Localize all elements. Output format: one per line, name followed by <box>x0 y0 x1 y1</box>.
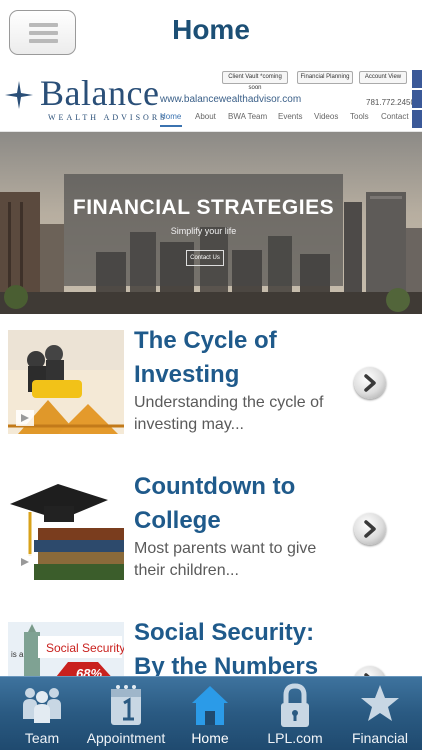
tab-label: LPL.com <box>267 730 323 746</box>
financial-planning-button: Financial Planning <box>297 71 353 84</box>
item-description: Most parents want to give their children… <box>134 540 317 579</box>
linkedin-icon <box>412 90 422 108</box>
tab-appointment[interactable]: Appointment <box>84 677 168 750</box>
hero-overlay: FINANCIAL STRATEGIES Simplify your life … <box>64 174 343 286</box>
thumb-label: Social Security <box>46 641 124 655</box>
tab-bar: Team Appointment Home LPL.com Financial <box>0 676 422 750</box>
item-thumbnail: is a Social Security 68% <box>8 622 124 676</box>
hero-subtitle: Simplify your life <box>170 226 237 236</box>
list-item[interactable]: The Cycle of Investing Understanding the… <box>0 314 422 460</box>
hero-contact-button: Contact Us <box>186 250 224 266</box>
logo-text: Balance <box>40 73 160 113</box>
tab-home[interactable]: Home <box>168 677 252 750</box>
item-description: Understanding the cycle of investing may… <box>134 394 324 433</box>
tab-team[interactable]: Team <box>0 677 84 750</box>
tab-financial[interactable]: Financial <box>338 677 422 750</box>
calendar-icon <box>111 685 141 725</box>
site-nav-home: Home <box>160 112 182 121</box>
website-banner[interactable]: Balance WEALTH ADVISORS Client Vault *co… <box>0 66 422 314</box>
site-nav-tools: Tools <box>350 112 369 121</box>
tab-label: Home <box>191 730 229 746</box>
chevron-right-icon[interactable] <box>354 666 386 676</box>
site-nav-underline <box>160 125 182 127</box>
thumb-prefix: is a <box>11 650 24 659</box>
facebook-icon <box>412 70 422 88</box>
share-icon <box>412 110 422 128</box>
star-icon <box>361 685 399 721</box>
hero-title: FINANCIAL STRATEGIES <box>72 196 335 219</box>
social-icons <box>412 70 422 128</box>
chevron-right-icon[interactable] <box>354 513 386 545</box>
item-title: Countdown to College <box>134 473 296 534</box>
tab-lpl[interactable]: LPL.com <box>252 677 338 750</box>
site-phone: 781.772.2450 <box>366 98 415 107</box>
site-url: www.balancewealthadvisor.com <box>160 94 302 105</box>
logo-star-icon <box>5 81 33 109</box>
home-icon <box>192 686 228 725</box>
tab-label: Financial <box>351 730 409 746</box>
banner-site-header: Balance WEALTH ADVISORS Client Vault *co… <box>0 66 422 132</box>
logo-subtitle: WEALTH ADVISORS <box>48 113 168 122</box>
lock-icon <box>281 683 309 727</box>
list-item[interactable]: is a Social Security 68% Social Security… <box>0 606 422 676</box>
item-title: Social Security: By the Numbers <box>134 619 319 676</box>
item-thumbnail <box>8 330 124 434</box>
page-title: Home <box>172 14 250 45</box>
header: Home <box>0 0 422 66</box>
site-nav-team: BWA Team <box>228 112 268 121</box>
item-thumbnail <box>8 476 124 580</box>
list-item[interactable]: Countdown to College Most parents want t… <box>0 460 422 606</box>
site-nav-contact: Contact <box>381 112 409 121</box>
site-nav-events: Events <box>278 112 303 121</box>
thumb-badge: 68% <box>76 666 102 676</box>
site-nav-about: About <box>195 112 216 121</box>
tab-label: Appointment <box>86 730 166 746</box>
site-nav-videos: Videos <box>314 112 339 121</box>
article-list: The Cycle of Investing Understanding the… <box>0 314 422 676</box>
chevron-right-icon[interactable] <box>354 367 386 399</box>
account-view-button: Account View <box>359 71 407 84</box>
app-screen: Home Balance WEALTH ADVISORS Client Vaul… <box>0 0 422 750</box>
people-icon <box>23 688 61 723</box>
tab-label: Team <box>24 730 60 746</box>
item-title: The Cycle of Investing <box>134 327 277 388</box>
client-vault-button: Client Vault *coming soon <box>222 71 288 91</box>
